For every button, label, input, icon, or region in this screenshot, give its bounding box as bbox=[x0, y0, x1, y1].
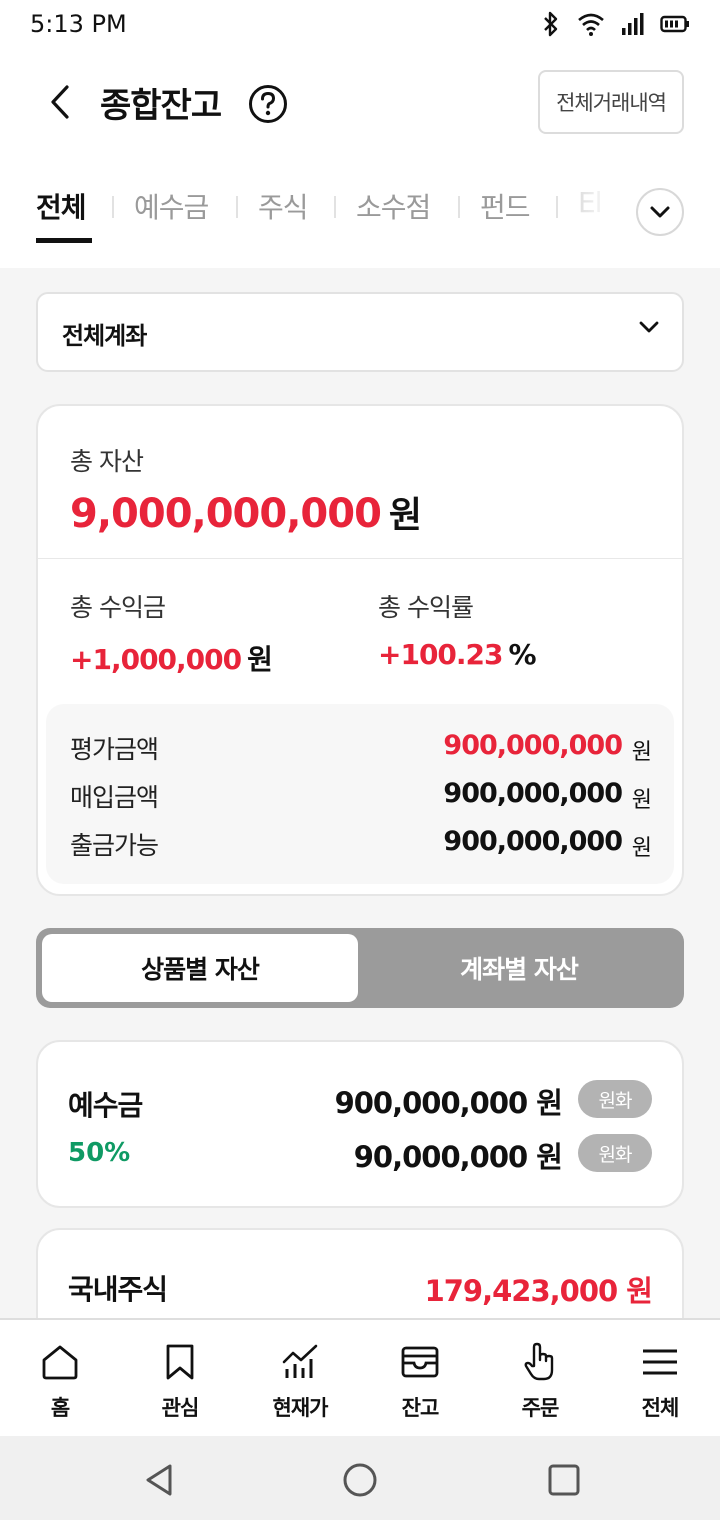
content-area: 전체계좌 총 자산 9,000,000,000 원 총 수익금 +1,000,00… bbox=[0, 268, 720, 1318]
detail-unit: 원 bbox=[631, 788, 652, 813]
status-icons bbox=[540, 10, 690, 38]
nav-label: 홈 bbox=[50, 1396, 70, 1420]
total-assets-unit: 원 bbox=[388, 495, 422, 536]
chevron-left-icon bbox=[51, 85, 69, 119]
domestic-stock-value: 179,423,000 원 bbox=[424, 1274, 653, 1308]
nav-balance[interactable]: 잔고 bbox=[360, 1320, 480, 1438]
active-tab-indicator bbox=[36, 238, 92, 243]
header: 종합잔고 전체거래내역 bbox=[0, 60, 720, 144]
total-return-rate-unit: % bbox=[508, 638, 537, 671]
total-return-rate-label: 총 수익률 bbox=[378, 593, 474, 622]
nav-all-menu[interactable]: 전체 bbox=[600, 1320, 720, 1438]
bookmark-icon bbox=[166, 1344, 194, 1380]
deposit-title: 예수금 bbox=[68, 1089, 143, 1122]
card-divider bbox=[38, 558, 682, 559]
bottom-navigation: 홈 관심 현재가 잔고 주문 전체 bbox=[0, 1318, 720, 1436]
tab-fractional[interactable]: 소수점 bbox=[356, 186, 431, 226]
nav-home[interactable]: 홈 bbox=[0, 1320, 120, 1438]
bluetooth-icon bbox=[544, 11, 558, 37]
tab-deposit[interactable]: 예수금 bbox=[134, 186, 209, 226]
system-home-icon[interactable] bbox=[338, 1458, 382, 1502]
detail-value: 900,000,000 bbox=[443, 730, 623, 761]
full-transaction-history-button[interactable]: 전체거래내역 bbox=[538, 70, 684, 134]
hand-pointer-icon bbox=[524, 1342, 554, 1381]
total-return-rate-amount: +100.23 bbox=[378, 638, 504, 671]
tab-fade-overlay bbox=[560, 176, 640, 236]
help-icon[interactable] bbox=[248, 84, 288, 124]
nav-label: 잔고 bbox=[401, 1396, 440, 1420]
total-profit-unit: 원 bbox=[247, 643, 273, 676]
system-navigation-bar bbox=[0, 1436, 720, 1520]
segment-by-account[interactable]: 계좌별 자산 bbox=[360, 934, 678, 1002]
tab-expand-button[interactable] bbox=[636, 188, 684, 236]
total-return-rate-value: +100.23% bbox=[378, 638, 537, 671]
chart-icon bbox=[282, 1344, 318, 1378]
detail-row-purchase: 매입금액 900,000,000 원 bbox=[70, 774, 652, 814]
status-bar: 5:13 PM bbox=[0, 0, 720, 48]
wallet-icon bbox=[401, 1346, 439, 1378]
nav-label: 주문 bbox=[521, 1396, 560, 1420]
total-assets-value: 9,000,000,000 원 bbox=[70, 486, 422, 538]
detail-unit: 원 bbox=[631, 836, 652, 861]
nav-order[interactable]: 주문 bbox=[480, 1320, 600, 1438]
chevron-down-icon bbox=[650, 206, 670, 218]
detail-label: 평가금액 bbox=[70, 735, 159, 764]
detail-value: 900,000,000 bbox=[443, 826, 623, 857]
tab-fund[interactable]: 펀드 bbox=[480, 186, 531, 226]
system-recents-icon[interactable] bbox=[542, 1458, 586, 1502]
detail-unit: 원 bbox=[631, 740, 652, 765]
currency-badge: 원화 bbox=[578, 1080, 652, 1118]
domestic-stock-card[interactable]: 국내주식 179,423,000 원 bbox=[36, 1228, 684, 1318]
nav-label: 전체 bbox=[641, 1396, 680, 1420]
currency-badge: 원화 bbox=[578, 1134, 652, 1172]
wifi-icon bbox=[578, 13, 604, 36]
deposit-amount-secondary: 90,000,000 원 bbox=[353, 1140, 563, 1174]
account-select-value: 전체계좌 bbox=[62, 322, 147, 350]
signal-icon bbox=[622, 13, 644, 35]
chevron-down-icon bbox=[639, 321, 659, 333]
tab-stock[interactable]: 주식 bbox=[258, 186, 309, 226]
detail-value: 900,000,000 bbox=[443, 778, 623, 809]
detail-label: 출금가능 bbox=[70, 831, 159, 860]
tab-separator bbox=[556, 196, 558, 218]
home-icon bbox=[42, 1345, 78, 1380]
total-profit-amount: +1,000,000 bbox=[70, 643, 242, 676]
tab-separator bbox=[458, 196, 460, 218]
nav-label: 현재가 bbox=[272, 1396, 329, 1420]
tab-all[interactable]: 전체 bbox=[36, 186, 87, 226]
detail-row-withdrawable: 출금가능 900,000,000 원 bbox=[70, 822, 652, 862]
battery-icon bbox=[660, 15, 689, 33]
segment-by-product[interactable]: 상품별 자산 bbox=[42, 934, 358, 1002]
tab-separator bbox=[112, 196, 114, 218]
nav-label: 관심 bbox=[161, 1396, 200, 1420]
total-profit-value: +1,000,000 원 bbox=[70, 638, 273, 678]
domestic-stock-title: 국내주식 bbox=[68, 1273, 168, 1306]
category-tabs: 전체 예수금 주식 소수점 펀드 El bbox=[0, 176, 720, 246]
total-assets-amount: 9,000,000,000 bbox=[70, 491, 382, 537]
detail-label: 매입금액 bbox=[70, 783, 159, 812]
asset-summary-card: 총 자산 9,000,000,000 원 총 수익금 +1,000,000 원 총 … bbox=[36, 404, 684, 896]
system-back-icon[interactable] bbox=[138, 1458, 182, 1502]
asset-view-toggle: 상품별 자산 계좌별 자산 bbox=[36, 928, 684, 1008]
nav-watchlist[interactable]: 관심 bbox=[120, 1320, 240, 1438]
tab-separator bbox=[236, 196, 238, 218]
tab-separator bbox=[334, 196, 336, 218]
deposit-card[interactable]: 예수금 50% 900,000,000 원 원화 90,000,000 원 원화 bbox=[36, 1040, 684, 1208]
nav-current-price[interactable]: 현재가 bbox=[240, 1320, 360, 1438]
status-time: 5:13 PM bbox=[30, 10, 127, 38]
detail-row-valuation: 평가금액 900,000,000 원 bbox=[70, 726, 652, 766]
account-select-dropdown[interactable]: 전체계좌 bbox=[36, 292, 684, 372]
menu-icon bbox=[643, 1349, 677, 1375]
asset-detail-box: 평가금액 900,000,000 원 매입금액 900,000,000 원 출금… bbox=[46, 704, 674, 884]
page-title: 종합잔고 bbox=[100, 86, 222, 126]
total-assets-label: 총 자산 bbox=[70, 447, 144, 476]
deposit-percent: 50% bbox=[68, 1138, 131, 1168]
back-button[interactable] bbox=[40, 82, 80, 122]
deposit-amount-krw: 900,000,000 원 bbox=[334, 1086, 563, 1120]
total-profit-label: 총 수익금 bbox=[70, 593, 166, 622]
